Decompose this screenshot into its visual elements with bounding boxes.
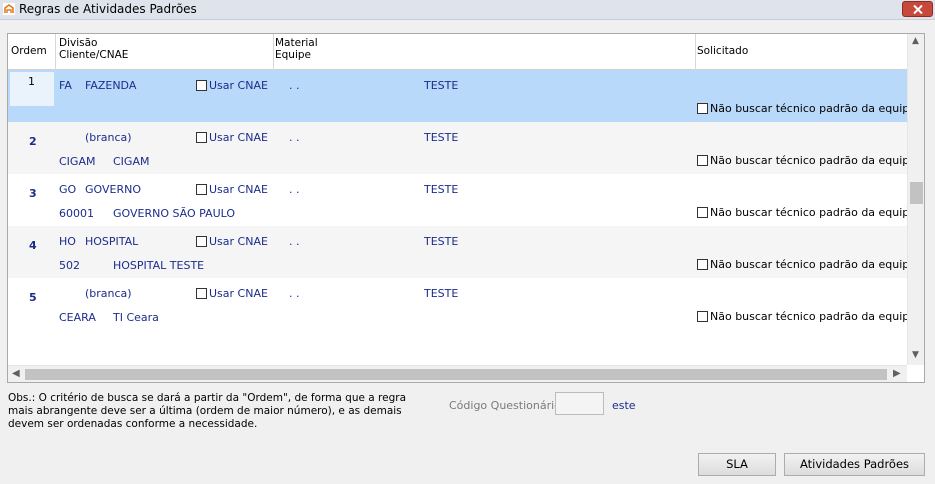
row-equipe: TESTE — [424, 183, 459, 196]
scroll-up-icon[interactable]: ▲ — [912, 36, 919, 46]
row-ordem: 2 — [29, 135, 37, 148]
checkbox-icon — [697, 103, 708, 114]
checkbox-icon — [697, 311, 708, 322]
horizontal-scrollbar[interactable]: ◀ ▶ — [8, 365, 907, 382]
usar-cnae-checkbox[interactable]: Usar CNAE — [196, 79, 268, 92]
obs-note: Obs.: O critério de busca se dará a part… — [8, 392, 407, 430]
checkbox-icon — [196, 80, 207, 91]
row-division-name: GOVERNO — [85, 183, 141, 196]
header-ordem[interactable]: Ordem — [11, 45, 47, 58]
vertical-scroll-thumb[interactable] — [910, 182, 923, 204]
horizontal-scroll-thumb[interactable] — [25, 369, 887, 380]
row-division-name: FAZENDA — [85, 79, 137, 92]
row-equipe: TESTE — [424, 131, 459, 144]
row-cliente-name: HOSPITAL TESTE — [113, 259, 205, 272]
nao-buscar-checkbox[interactable]: Não buscar técnico padrão da equipe — [697, 258, 916, 271]
sla-button[interactable]: SLA — [698, 453, 776, 476]
usar-cnae-checkbox[interactable]: Usar CNAE — [196, 235, 268, 248]
row-ordem: 5 — [29, 291, 37, 304]
header-equipe[interactable]: Equipe — [275, 49, 311, 62]
codigo-questionario-label: Código Questionário — [449, 399, 561, 412]
scroll-right-icon[interactable]: ▶ — [893, 368, 901, 379]
row-division-code: FA — [59, 79, 72, 92]
row-material: . . — [289, 235, 300, 248]
column-separator — [55, 34, 56, 70]
close-button[interactable] — [902, 1, 933, 17]
atividades-padroes-button[interactable]: Atividades Padrões — [784, 453, 925, 476]
row-material: . . — [289, 79, 300, 92]
grid-header: Ordem Divisão Cliente/CNAE Material Equi… — [8, 34, 907, 70]
usar-cnae-checkbox[interactable]: Usar CNAE — [196, 131, 268, 144]
title-bar: Regras de Atividades Padrões — [0, 0, 935, 20]
checkbox-icon — [697, 155, 708, 166]
row-cliente-code: CIGAM — [59, 155, 96, 168]
row-equipe: TESTE — [424, 287, 459, 300]
table-row[interactable]: 4 HO HOSPITAL Usar CNAE . . TESTE 502 HO… — [8, 226, 916, 278]
checkbox-icon — [196, 236, 207, 247]
row-division-name: (branca) — [85, 131, 132, 144]
close-icon — [913, 5, 923, 14]
header-cliente-cnae[interactable]: Cliente/CNAE — [59, 49, 128, 62]
column-separator — [273, 34, 274, 70]
checkbox-icon — [196, 132, 207, 143]
row-ordem: 1 — [28, 75, 35, 88]
usar-cnae-checkbox[interactable]: Usar CNAE — [196, 183, 268, 196]
table-row[interactable]: 1 FA FAZENDA Usar CNAE . . TESTE Não bus… — [8, 70, 916, 122]
vertical-scrollbar[interactable]: ▲ ▼ — [907, 34, 924, 365]
row-equipe: TESTE — [424, 79, 459, 92]
table-row[interactable]: 2 (branca) Usar CNAE . . TESTE CIGAM CIG… — [8, 122, 916, 174]
row-material: . . — [289, 183, 300, 196]
row-material: . . — [289, 131, 300, 144]
row-division-code: HO — [59, 235, 76, 248]
codigo-questionario-input[interactable] — [555, 392, 604, 415]
row-cliente-code: 502 — [59, 259, 80, 272]
checkbox-icon — [697, 207, 708, 218]
window-title: Regras de Atividades Padrões — [19, 2, 197, 16]
nao-buscar-checkbox[interactable]: Não buscar técnico padrão da equipe — [697, 206, 916, 219]
row-cliente-name: GOVERNO SÃO PAULO — [113, 207, 236, 220]
column-separator — [695, 34, 696, 70]
row-division-code: GO — [59, 183, 77, 196]
este-link[interactable]: este — [612, 399, 636, 412]
row-ordem: 4 — [29, 239, 37, 252]
table-row[interactable]: 5 (branca) Usar CNAE . . TESTE CEARA TI … — [8, 278, 916, 330]
row-division-name: HOSPITAL — [85, 235, 139, 248]
usar-cnae-checkbox[interactable]: Usar CNAE — [196, 287, 268, 300]
row-cliente-name: CIGAM — [113, 155, 150, 168]
nao-buscar-checkbox[interactable]: Não buscar técnico padrão da equipe — [697, 310, 916, 323]
nao-buscar-checkbox[interactable]: Não buscar técnico padrão da equipe — [697, 154, 916, 167]
header-solicitado[interactable]: Solicitado — [697, 45, 748, 58]
app-icon — [3, 3, 15, 15]
row-cliente-code: 60001 — [59, 207, 94, 220]
nao-buscar-checkbox[interactable]: Não buscar técnico padrão da equipe — [697, 102, 916, 115]
scroll-down-icon[interactable]: ▼ — [912, 350, 919, 360]
checkbox-icon — [196, 184, 207, 195]
table-row[interactable]: 3 GO GOVERNO Usar CNAE . . TESTE 60001 G… — [8, 174, 916, 226]
scroll-left-icon[interactable]: ◀ — [12, 368, 20, 379]
row-material: . . — [289, 287, 300, 300]
checkbox-icon — [697, 259, 708, 270]
row-cliente-name: TI Ceara — [113, 311, 159, 324]
row-cliente-code: CEARA — [59, 311, 96, 324]
row-ordem: 3 — [29, 187, 37, 200]
row-division-name: (branca) — [85, 287, 132, 300]
checkbox-icon — [196, 288, 207, 299]
rules-grid: Ordem Divisão Cliente/CNAE Material Equi… — [7, 33, 925, 383]
row-equipe: TESTE — [424, 235, 459, 248]
